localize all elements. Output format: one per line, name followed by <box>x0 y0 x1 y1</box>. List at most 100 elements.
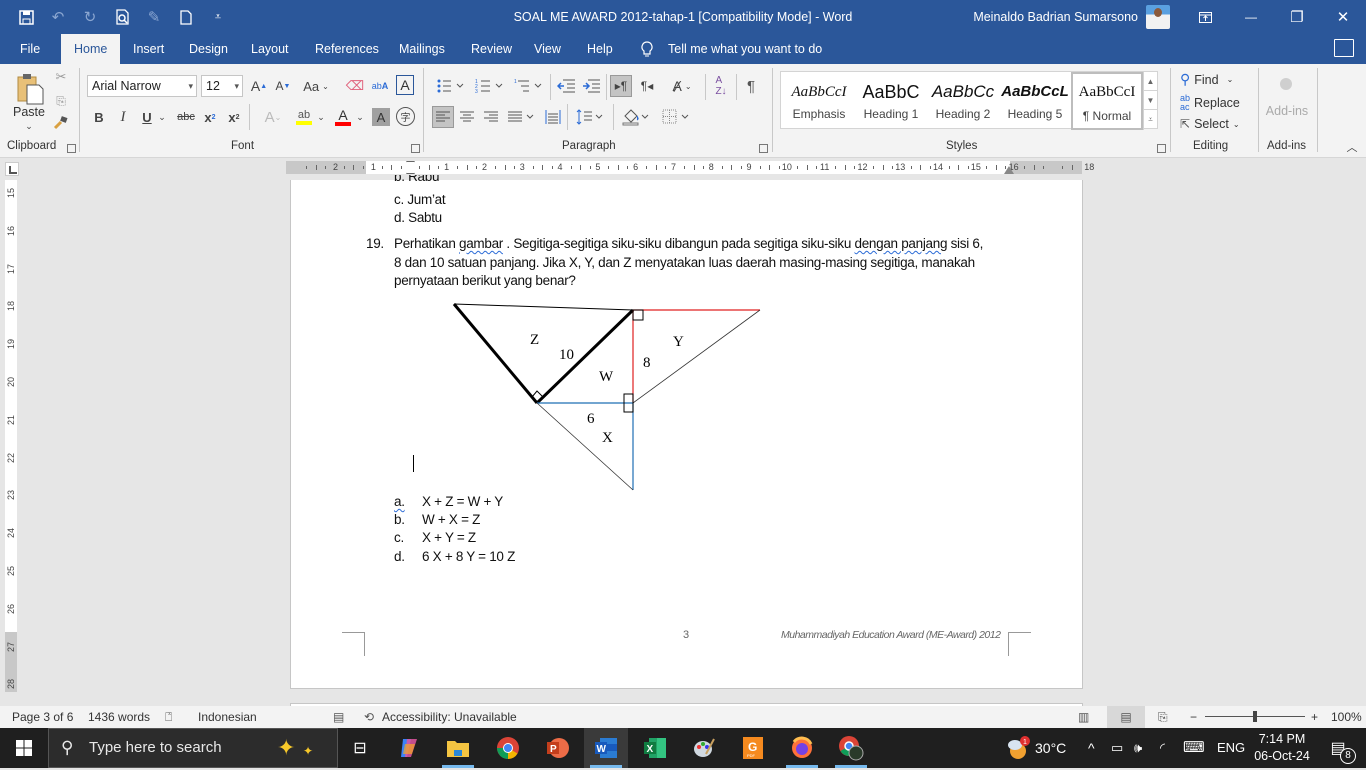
zoom-out-button[interactable]: − <box>1190 706 1197 728</box>
language-indicator[interactable]: Indonesian <box>198 706 257 728</box>
distributed-icon[interactable] <box>543 106 563 128</box>
tab-mailings[interactable]: Mailings <box>399 34 445 64</box>
clipboard-launcher-icon[interactable] <box>67 144 76 153</box>
taskbar-search-box[interactable]: ⚲ Type here to search ✦ ✦ <box>48 728 338 768</box>
volume-icon[interactable]: 🕪 <box>1134 728 1142 768</box>
style-heading-1[interactable]: AaBbC Heading 1 <box>855 72 927 130</box>
cut-icon[interactable]: ✂ <box>52 68 70 86</box>
paint-app[interactable] <box>682 728 726 768</box>
touch-keyboard-icon[interactable]: ⌨ <box>1183 728 1205 768</box>
macro-record-icon[interactable]: ▤ <box>333 706 344 728</box>
ltr-direction-button[interactable]: ▸¶ <box>610 75 632 97</box>
tab-help[interactable]: Help <box>587 34 613 64</box>
web-layout-icon[interactable]: ⎘ <box>1158 706 1168 728</box>
zoom-slider-thumb[interactable] <box>1253 711 1257 722</box>
tab-home[interactable]: Home <box>61 34 121 64</box>
user-name[interactable]: Meinaldo Badrian Sumarsono <box>973 0 1138 34</box>
shrink-font-icon[interactable]: A ▼ <box>273 75 293 97</box>
read-mode-icon[interactable]: ▥ <box>1078 706 1089 728</box>
tab-review[interactable]: Review <box>471 34 512 64</box>
temperature[interactable]: 30°C <box>1035 728 1066 768</box>
style-emphasis[interactable]: AaBbCcI Emphasis <box>783 72 855 130</box>
accessibility-status[interactable]: Accessibility: Unavailable <box>382 706 517 728</box>
style-heading-5[interactable]: AaBbCcL Heading 5 <box>999 72 1071 130</box>
enclose-characters-icon[interactable]: 字 <box>396 107 415 126</box>
customize-qat-icon[interactable]: ⩡ <box>202 0 234 34</box>
show-hidden-icons-button[interactable]: ^ <box>1088 728 1095 768</box>
undo-icon[interactable]: ↶ <box>42 0 74 34</box>
grow-font-icon[interactable]: A ▲ <box>249 75 269 97</box>
decrease-indent-icon[interactable] <box>555 75 577 97</box>
text-effects-button[interactable]: A ⌄ <box>256 106 290 128</box>
input-language[interactable]: ENG <box>1217 728 1245 768</box>
tab-selector[interactable] <box>5 162 19 176</box>
clock[interactable]: 7:14 PM 06-Oct-24 <box>1253 731 1311 765</box>
task-view-button[interactable]: ⊟ <box>338 728 382 768</box>
print-preview-icon[interactable] <box>106 0 138 34</box>
zoom-level[interactable]: 100% <box>1331 706 1362 728</box>
tab-references[interactable]: References <box>315 34 379 64</box>
collapse-ribbon-icon[interactable]: ︿ <box>1344 140 1360 154</box>
bullets-button[interactable] <box>433 75 469 97</box>
underline-dropdown-icon[interactable]: ⌄ <box>156 106 168 128</box>
proofing-icon[interactable]: ⎕ͯ <box>165 706 172 728</box>
paste-dropdown-icon[interactable]: ⌄ <box>22 120 36 132</box>
wifi-icon[interactable]: ◜ <box>1160 728 1165 768</box>
tab-layout[interactable]: Layout <box>251 34 289 64</box>
ribbon-display-options-button[interactable] <box>1182 0 1228 34</box>
increase-indent-icon[interactable] <box>580 75 602 97</box>
start-button[interactable] <box>2 728 46 768</box>
select-button[interactable]: ⇱ Select ⌄ <box>1180 117 1240 131</box>
italic-button[interactable]: I <box>114 106 132 128</box>
comments-icon[interactable] <box>1334 39 1354 57</box>
chrome-profile-app[interactable] <box>829 728 873 768</box>
align-left-button[interactable] <box>432 106 454 128</box>
tab-file[interactable]: File <box>20 34 40 64</box>
font-color-dropdown-icon[interactable]: ⌄ <box>354 106 366 128</box>
print-layout-icon[interactable]: ▤ <box>1107 706 1145 728</box>
highlight-color-button[interactable]: ab <box>293 106 315 128</box>
right-indent-marker[interactable] <box>1004 166 1014 174</box>
paste-icon[interactable] <box>12 70 48 106</box>
replace-button[interactable]: ab ac Replace <box>1180 94 1240 112</box>
notification-center-button[interactable]: ▤ 8 <box>1316 728 1360 768</box>
excel-app[interactable]: X <box>633 728 677 768</box>
bold-button[interactable]: B <box>90 106 108 128</box>
tab-insert[interactable]: Insert <box>133 34 164 64</box>
character-shading-icon[interactable]: A <box>372 108 390 126</box>
font-name-combobox[interactable]: Arial Narrow ▾ <box>87 75 197 97</box>
new-document-icon[interactable] <box>170 0 202 34</box>
clear-formatting-icon[interactable]: ⌫ <box>345 75 365 97</box>
paragraph-launcher-icon[interactable] <box>759 144 768 153</box>
tab-view[interactable]: View <box>534 34 561 64</box>
format-painter-icon[interactable] <box>52 114 70 132</box>
firefox-app[interactable] <box>780 728 824 768</box>
weather-widget[interactable]: 1 <box>996 728 1040 768</box>
redo-icon[interactable]: ↻ <box>74 0 106 34</box>
style-normal[interactable]: AaBbCcI ¶ Normal <box>1071 72 1143 130</box>
chrome-app[interactable] <box>486 728 530 768</box>
tab-design[interactable]: Design <box>189 34 228 64</box>
align-right-button[interactable] <box>480 106 502 128</box>
superscript-button[interactable]: x2 <box>225 106 243 128</box>
gallery-scroll-down-icon[interactable]: ▼ <box>1144 91 1157 110</box>
multilevel-list-button[interactable]: 1 <box>511 75 547 97</box>
borders-button[interactable] <box>659 106 693 128</box>
font-size-combobox[interactable]: 12 ▾ <box>201 75 243 97</box>
user-avatar[interactable] <box>1146 5 1170 29</box>
numbering-button[interactable]: 123 <box>472 75 508 97</box>
highlight-dropdown-icon[interactable]: ⌄ <box>315 106 327 128</box>
save-icon[interactable] <box>10 0 42 34</box>
gallery-scroll-up-icon[interactable]: ▲ <box>1144 72 1157 91</box>
justify-button[interactable] <box>505 106 539 128</box>
align-center-button[interactable] <box>456 106 478 128</box>
style-heading-2[interactable]: AaBbCc Heading 2 <box>927 72 999 130</box>
restore-button[interactable]: ❐ <box>1274 0 1320 34</box>
touch-mode-icon[interactable]: ✎ <box>138 0 170 34</box>
addins-button[interactable]: Add-ins <box>1264 102 1310 120</box>
copilot-app[interactable] <box>387 728 431 768</box>
phonetic-guide-icon[interactable]: ab A <box>370 75 390 97</box>
line-spacing-button[interactable] <box>573 106 607 128</box>
close-button[interactable]: ✕ <box>1320 0 1366 34</box>
page-indicator[interactable]: Page 3 of 6 <box>12 706 73 728</box>
